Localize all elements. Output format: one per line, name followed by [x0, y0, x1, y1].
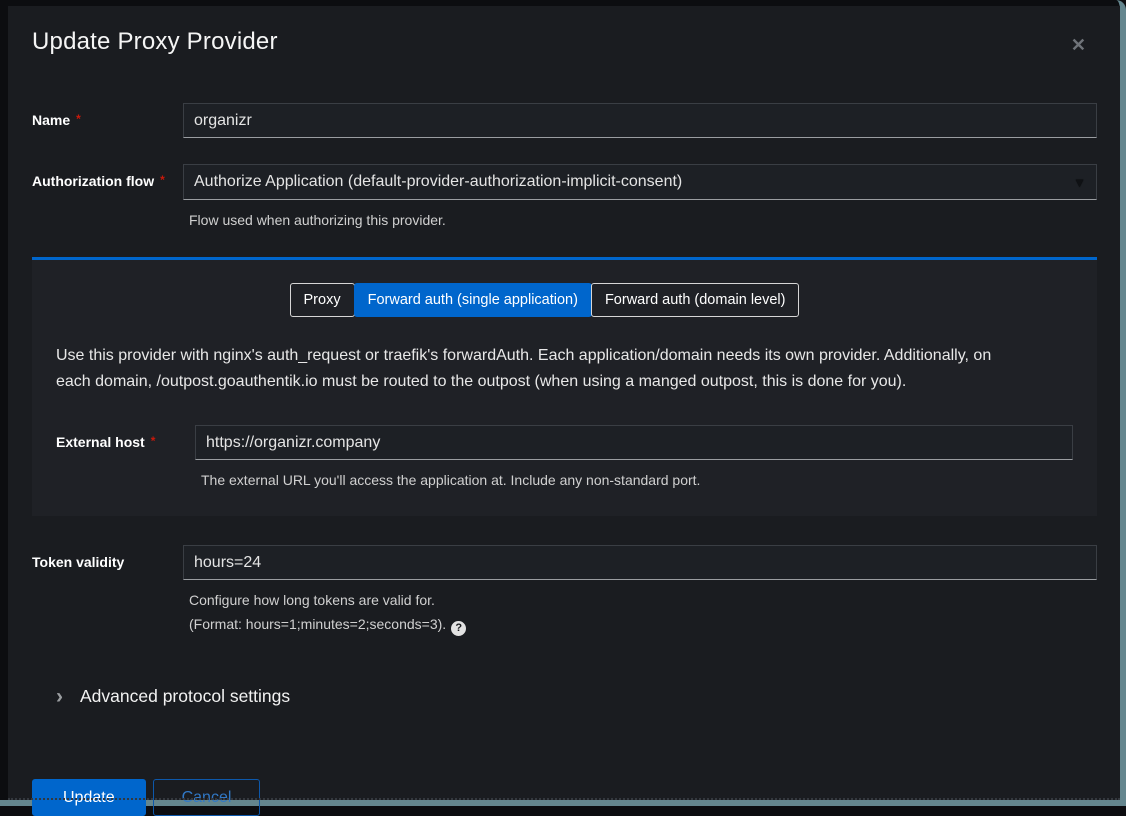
modal-bottom-divider: [8, 798, 1120, 800]
proxy-mode-tab-bar: Proxy Forward auth (single application) …: [56, 283, 1033, 317]
question-circle-icon[interactable]: ?: [451, 621, 466, 636]
required-asterisk: *: [160, 173, 165, 187]
external-host-label: External host*: [56, 425, 195, 450]
page-title: Update Proxy Provider: [32, 28, 1097, 56]
advanced-protocol-settings-expander[interactable]: › Advanced protocol settings: [56, 686, 1097, 707]
token-validity-row: Token validity Configure how long tokens…: [32, 545, 1097, 636]
name-field-row: Name*: [32, 103, 1097, 138]
chevron-down-icon: ▼: [1073, 175, 1086, 190]
authorization-flow-help: Flow used when authorizing this provider…: [189, 208, 1097, 232]
name-input[interactable]: [183, 103, 1097, 138]
window-frame: ✕ Update Proxy Provider Name* Authorizat…: [0, 0, 1126, 806]
tab-proxy[interactable]: Proxy: [290, 283, 355, 317]
forward-auth-description: Use this provider with nginx's auth_requ…: [56, 343, 1003, 395]
authorization-flow-selected-value: Authorize Application (default-provider-…: [194, 173, 682, 191]
proxy-mode-panel: Proxy Forward auth (single application) …: [32, 257, 1097, 516]
token-validity-help-line2: (Format: hours=1;minutes=2;seconds=3).?: [189, 612, 1097, 636]
chevron-right-icon: ›: [56, 689, 63, 705]
authorization-flow-label: Authorization flow*: [32, 164, 183, 189]
external-host-row: External host* The external URL you'll a…: [56, 425, 1073, 492]
required-asterisk: *: [76, 112, 81, 126]
close-icon[interactable]: ✕: [1069, 34, 1088, 56]
token-validity-input[interactable]: [183, 545, 1097, 580]
authorization-flow-select[interactable]: Authorize Application (default-provider-…: [183, 164, 1097, 200]
token-validity-label: Token validity: [32, 545, 183, 570]
authorization-flow-row: Authorization flow* Authorize Applicatio…: [32, 164, 1097, 232]
external-host-help: The external URL you'll access the appli…: [201, 468, 1073, 492]
token-validity-help-line1: Configure how long tokens are valid for.: [189, 588, 1097, 612]
name-label: Name*: [32, 103, 183, 128]
required-asterisk: *: [151, 434, 156, 448]
advanced-protocol-settings-label: Advanced protocol settings: [80, 686, 290, 707]
external-host-input[interactable]: [195, 425, 1073, 460]
token-validity-help: Configure how long tokens are valid for.…: [189, 588, 1097, 636]
update-proxy-provider-modal: ✕ Update Proxy Provider Name* Authorizat…: [8, 6, 1120, 800]
tab-forward-auth-single-application[interactable]: Forward auth (single application): [354, 283, 592, 317]
tab-forward-auth-domain-level[interactable]: Forward auth (domain level): [591, 283, 800, 317]
